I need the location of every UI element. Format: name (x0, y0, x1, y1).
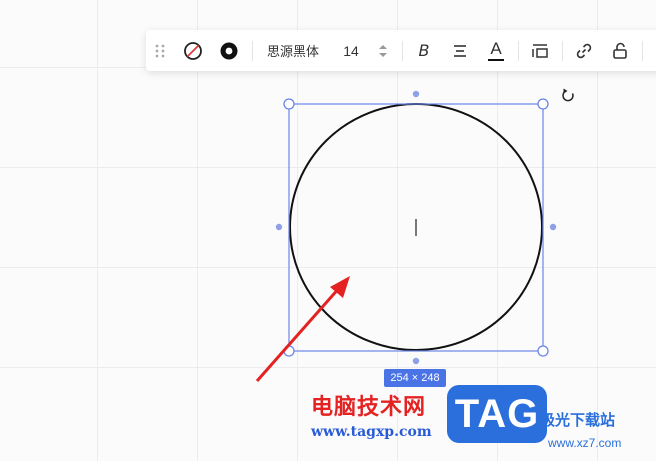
resize-handle-top-left[interactable] (283, 98, 295, 110)
connector-point-bottom[interactable] (412, 357, 420, 365)
resize-handle-top-right[interactable] (537, 98, 549, 110)
connector-point-right[interactable] (549, 223, 557, 231)
watermark-tag-logo: TAG (447, 385, 547, 443)
red-arrow-annotation (255, 276, 350, 382)
watermark-xz-name: 极光下载站 (540, 411, 616, 429)
resize-handle-bottom-right[interactable] (537, 345, 549, 357)
watermark-site-url: www.tagxp.com (311, 424, 432, 440)
rotate-icon[interactable] (562, 88, 574, 102)
connector-point-top[interactable] (412, 90, 420, 98)
watermark-site-name: 电脑技术网 (311, 395, 427, 420)
watermark-xz-url: www.xz7.com (548, 436, 622, 450)
selection-size-badge: 254 × 248 (384, 369, 446, 387)
connector-point-left[interactable] (275, 223, 283, 231)
